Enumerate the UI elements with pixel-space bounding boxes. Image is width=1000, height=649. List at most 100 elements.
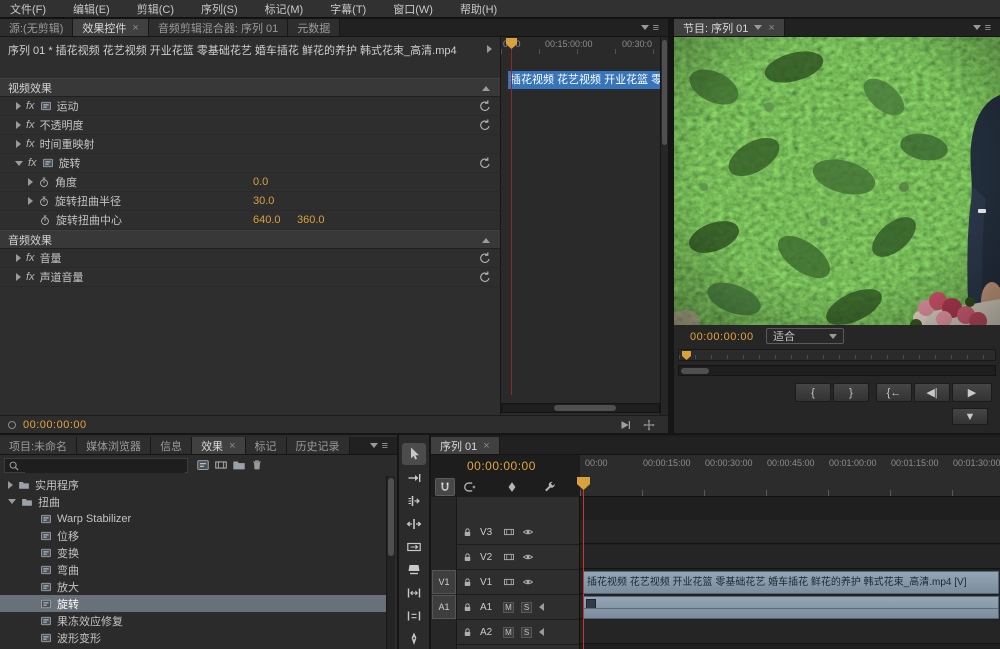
twirl-center-y-value[interactable]: 360.0 <box>297 214 325 226</box>
eye-icon[interactable] <box>522 551 534 563</box>
reset-icon[interactable] <box>478 156 492 170</box>
slip-tool[interactable] <box>406 585 422 601</box>
fx-badge-icon[interactable]: fx <box>26 100 35 112</box>
search-input[interactable] <box>25 460 185 473</box>
fx-badge-icon[interactable]: fx <box>28 157 37 169</box>
disclosure-icon[interactable] <box>16 140 21 148</box>
disclosure-icon[interactable] <box>28 178 33 186</box>
mark-in-button[interactable]: { <box>795 383 831 402</box>
effect-row-time-remap[interactable]: fx 时间重映射 <box>0 135 500 154</box>
source-patch-v1[interactable]: V1 <box>432 570 456 594</box>
param-row-twirl-radius[interactable]: 旋转扭曲半径 30.0 <box>0 192 500 211</box>
accelerated-effects-filter-button[interactable] <box>214 458 228 475</box>
tab-markers[interactable]: 标记 <box>246 437 287 454</box>
program-video-frame[interactable] <box>674 37 1000 325</box>
tree-item-effect-rolling-shutter-repair[interactable]: 果冻效应修复 <box>0 612 386 629</box>
close-icon[interactable]: × <box>132 22 138 34</box>
disclosure-icon[interactable] <box>16 273 21 281</box>
close-icon[interactable]: × <box>768 22 774 34</box>
tree-item-effect-wave-warp[interactable]: 波形变形 <box>0 629 386 646</box>
disclosure-icon[interactable] <box>16 102 21 110</box>
menu-window[interactable]: 窗口(W) <box>393 1 433 17</box>
mark-out-button[interactable]: } <box>833 383 869 402</box>
tab-history[interactable]: 历史记录 <box>287 437 350 454</box>
effect-row-volume[interactable]: fx 音量 <box>0 249 500 268</box>
menu-file[interactable]: 文件(F) <box>10 1 46 17</box>
menu-clip[interactable]: 剪辑(C) <box>137 1 174 17</box>
tree-item-effect-twirl-selected[interactable]: 旋转 <box>0 595 386 612</box>
effect-controls-timecode[interactable]: 00:00:00:00 <box>23 419 87 431</box>
vertical-scrollbar[interactable] <box>386 476 395 649</box>
timeline-timecode[interactable]: 00:00:00:00 <box>467 459 536 473</box>
track-name[interactable]: A1 <box>480 602 496 613</box>
scrollbar-thumb[interactable] <box>681 368 709 374</box>
scrollbar-thumb[interactable] <box>388 478 394 556</box>
disclosure-icon[interactable] <box>16 121 21 129</box>
go-to-in-button[interactable]: {← <box>876 383 912 402</box>
effect-controls-timeline[interactable]: 0:00 00:15:00:00 00:30:0 插花视频 花艺视频 开业花篮 … <box>500 37 660 415</box>
mute-toggle[interactable]: M <box>503 627 514 638</box>
delete-custom-item-button[interactable] <box>250 458 264 475</box>
reset-icon[interactable] <box>478 118 492 132</box>
selected-clip-bar[interactable]: 插花视频 花艺视频 开业花篮 零 <box>508 71 660 89</box>
new-custom-bin-button[interactable] <box>232 458 246 475</box>
twirl-radius-value[interactable]: 30.0 <box>253 195 274 207</box>
menu-help[interactable]: 帮助(H) <box>460 1 497 17</box>
menu-title[interactable]: 字幕(T) <box>330 1 366 17</box>
snap-button[interactable] <box>435 478 455 496</box>
encore-chapter-marker-button[interactable] <box>463 480 477 494</box>
slide-tool[interactable] <box>406 608 422 624</box>
rolling-edit-tool[interactable] <box>406 516 422 532</box>
reset-icon[interactable] <box>478 251 492 265</box>
panel-menu-button[interactable]: ≡ <box>370 437 397 454</box>
video-effects-section[interactable]: 视频效果 <box>0 78 500 97</box>
reset-icon[interactable] <box>478 99 492 113</box>
tree-item-effect-offset[interactable]: 位移 <box>0 527 386 544</box>
stopwatch-icon[interactable] <box>38 195 50 207</box>
tab-metadata[interactable]: 元数据 <box>288 19 340 36</box>
fx-badge-icon[interactable]: fx <box>26 271 35 283</box>
track-name[interactable]: A2 <box>480 627 496 638</box>
track-name[interactable]: V2 <box>480 552 496 563</box>
tree-item-effect-bend[interactable]: 弯曲 <box>0 561 386 578</box>
fx-badge-icon[interactable]: fx <box>26 252 35 264</box>
track-lane-v2[interactable] <box>580 545 1000 569</box>
fx-badge-icon[interactable]: fx <box>26 138 35 150</box>
ripple-edit-tool[interactable] <box>406 493 422 509</box>
pen-tool[interactable] <box>406 631 422 647</box>
lock-icon[interactable] <box>462 627 473 638</box>
play-button[interactable]: ▶ <box>952 383 992 402</box>
tab-program-monitor[interactable]: 节目: 序列 01 × <box>674 19 785 36</box>
step-back-button[interactable]: ◀| <box>914 383 950 402</box>
tree-item-bin-distort[interactable]: 扭曲 <box>0 493 386 510</box>
track-select-tool[interactable] <box>406 470 422 486</box>
tree-item-effect-transform[interactable]: 变换 <box>0 544 386 561</box>
panel-menu-button[interactable]: ≡ <box>641 19 668 36</box>
v1-video-clip[interactable]: 插花视频 花艺视频 开业花篮 零基础花艺 婚车插花 鲜花的养护 韩式花束_高清.… <box>583 571 999 594</box>
collapse-section-icon[interactable] <box>482 86 490 91</box>
razor-tool[interactable] <box>406 562 422 578</box>
reset-icon[interactable] <box>478 270 492 284</box>
timeline-ruler[interactable]: 00:00 00:00:15:00 00:00:30:00 00:00:45:0… <box>580 455 1000 497</box>
effects-search-field[interactable] <box>4 458 188 473</box>
param-row-twirl-center[interactable]: 旋转扭曲中心 640.0 360.0 <box>0 211 500 230</box>
source-patch-a1[interactable]: A1 <box>432 595 456 619</box>
lock-icon[interactable] <box>462 552 473 563</box>
tree-item-bin-utilities[interactable]: 实用程序 <box>0 476 386 493</box>
scrollbar-thumb[interactable] <box>554 405 616 411</box>
menu-sequence[interactable]: 序列(S) <box>201 1 238 17</box>
tab-effect-controls[interactable]: 效果控件× <box>73 19 148 36</box>
show-timeline-toggle[interactable] <box>487 45 492 53</box>
disclosure-icon[interactable] <box>15 161 23 166</box>
panel-menu-button[interactable]: ≡ <box>973 19 1000 36</box>
tree-item-effect-warp-stabilizer[interactable]: Warp Stabilizer <box>0 510 386 527</box>
tab-effects[interactable]: 效果× <box>192 437 245 454</box>
stopwatch-icon[interactable] <box>39 214 51 226</box>
solo-toggle[interactable]: S <box>521 602 532 613</box>
pan-view-icon[interactable] <box>642 418 656 432</box>
track-name[interactable]: V1 <box>480 577 496 588</box>
add-marker-button[interactable] <box>505 480 519 494</box>
audio-effects-section[interactable]: 音频效果 <box>0 230 500 249</box>
close-icon[interactable]: × <box>229 440 235 452</box>
accepted-effects-filter-button[interactable] <box>196 458 210 475</box>
